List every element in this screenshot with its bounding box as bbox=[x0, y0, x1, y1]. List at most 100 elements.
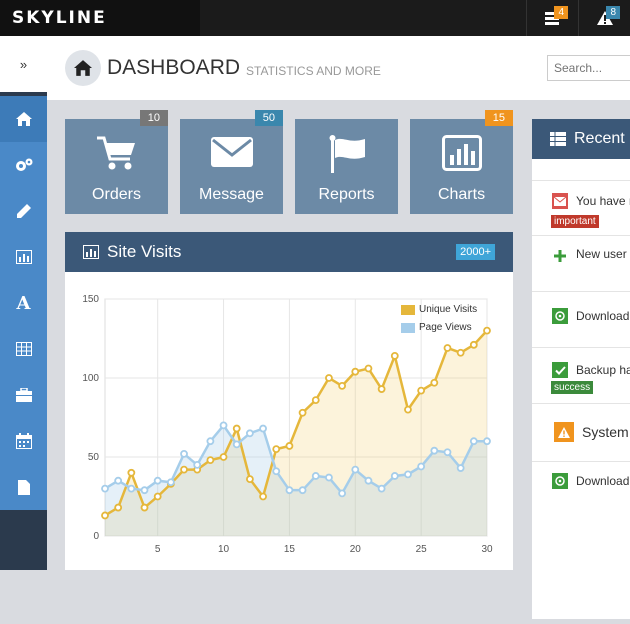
status-badge: important bbox=[551, 215, 599, 228]
data-point bbox=[140, 503, 149, 512]
sidebar-footer bbox=[0, 510, 47, 572]
pencil-icon bbox=[16, 204, 31, 218]
data-point bbox=[483, 437, 491, 446]
data-point bbox=[259, 492, 267, 501]
bar-chart-icon bbox=[15, 250, 32, 264]
sidebar-item-settings[interactable] bbox=[0, 142, 47, 188]
tasks-count-badge: 4 bbox=[554, 6, 568, 19]
y-tick-label: 100 bbox=[82, 373, 99, 384]
data-point bbox=[219, 421, 228, 430]
data-point bbox=[101, 511, 109, 520]
data-point bbox=[443, 448, 452, 457]
recent-item[interactable]: Backup ha success bbox=[532, 348, 630, 404]
home-icon bbox=[15, 112, 32, 126]
data-point bbox=[456, 348, 465, 357]
sidebar-item-tables[interactable] bbox=[0, 326, 47, 372]
data-point bbox=[443, 344, 452, 352]
data-point bbox=[272, 445, 281, 454]
data-point bbox=[325, 374, 333, 382]
tile-badge: 50 bbox=[254, 110, 283, 126]
alerts-button[interactable]: 8 bbox=[578, 0, 630, 36]
data-point bbox=[298, 486, 307, 495]
envelope-icon bbox=[552, 193, 568, 209]
legend-swatch bbox=[401, 304, 415, 315]
data-point bbox=[206, 456, 215, 465]
data-point bbox=[364, 364, 373, 373]
sidebar-item-typography[interactable]: A bbox=[0, 280, 47, 326]
data-point bbox=[469, 437, 478, 446]
data-point bbox=[417, 386, 426, 395]
flag-icon bbox=[329, 135, 365, 173]
data-point bbox=[180, 465, 188, 474]
home-icon bbox=[74, 60, 92, 76]
top-notifications: 4 8 bbox=[526, 0, 630, 36]
data-point bbox=[153, 492, 162, 501]
data-point bbox=[219, 453, 228, 461]
data-point bbox=[285, 486, 294, 495]
data-point bbox=[127, 468, 136, 477]
data-point bbox=[127, 484, 136, 493]
recent-item[interactable]: Download bbox=[532, 292, 630, 348]
y-tick-label: 50 bbox=[88, 452, 100, 463]
data-point bbox=[325, 473, 333, 482]
sidebar-item-calendar[interactable] bbox=[0, 418, 47, 464]
sidebar-item-pages[interactable] bbox=[0, 464, 47, 510]
plus-icon bbox=[552, 248, 568, 264]
tile-reports[interactable]: Reports bbox=[295, 119, 398, 214]
tile-charts[interactable]: 15 Charts bbox=[410, 110, 513, 214]
alerts-count-badge: 8 bbox=[606, 6, 620, 19]
recent-item[interactable]: Download bbox=[532, 462, 630, 502]
data-point bbox=[298, 408, 307, 417]
recent-item[interactable]: You have r important bbox=[532, 180, 630, 236]
recent-item-text: System bbox=[582, 424, 629, 440]
data-point bbox=[259, 424, 267, 433]
recent-item-text: Backup ha bbox=[576, 363, 630, 377]
check-icon bbox=[552, 362, 568, 378]
data-point bbox=[140, 486, 149, 495]
sidebar-item-dashboard[interactable] bbox=[0, 96, 47, 142]
data-point bbox=[272, 467, 281, 476]
data-point bbox=[311, 396, 320, 405]
data-point bbox=[338, 489, 347, 498]
data-point bbox=[469, 340, 478, 349]
recent-item[interactable]: New user bbox=[532, 236, 630, 292]
top-navbar: SKYLINE 4 8 bbox=[0, 0, 630, 36]
site-visits-title: Site Visits bbox=[107, 242, 182, 261]
download-icon bbox=[552, 308, 568, 324]
sidebar-item-charts[interactable] bbox=[0, 234, 47, 280]
tasks-button[interactable]: 4 bbox=[526, 0, 578, 36]
recent-item-text: Download bbox=[576, 309, 630, 323]
legend-item: Page Views bbox=[401, 322, 477, 333]
chart-legend: Unique Visits Page Views bbox=[401, 304, 477, 340]
home-button[interactable] bbox=[65, 50, 101, 86]
data-point bbox=[193, 460, 202, 469]
x-tick-label: 5 bbox=[155, 544, 161, 555]
data-point bbox=[404, 405, 412, 414]
briefcase-icon bbox=[15, 388, 32, 402]
sidebar: » A bbox=[0, 36, 47, 570]
data-point bbox=[456, 464, 465, 472]
tile-label: Reports bbox=[318, 186, 375, 203]
y-tick-label: 150 bbox=[82, 294, 99, 305]
search-input[interactable] bbox=[547, 55, 630, 81]
tile-orders[interactable]: 10 Orders bbox=[65, 110, 168, 214]
site-visits-panel: Site Visits 2000+ 0 50 100 150 5 10 15 20 25 30 U… bbox=[65, 232, 513, 570]
download-icon bbox=[552, 473, 568, 489]
status-badge: success bbox=[551, 381, 594, 394]
legend-swatch bbox=[401, 322, 415, 333]
data-point bbox=[232, 424, 241, 433]
recent-item[interactable]: System bbox=[532, 404, 630, 462]
data-point bbox=[417, 462, 426, 471]
sidebar-toggle-button[interactable]: » bbox=[0, 36, 47, 96]
brand-logo[interactable]: SKYLINE bbox=[0, 0, 200, 36]
site-visits-header: Site Visits 2000+ bbox=[65, 232, 513, 272]
file-icon bbox=[17, 479, 30, 495]
x-tick-label: 10 bbox=[218, 544, 230, 555]
sidebar-item-edit[interactable] bbox=[0, 188, 47, 234]
page-subtitle: STATISTICS AND MORE bbox=[246, 64, 381, 78]
x-tick-label: 30 bbox=[481, 544, 493, 555]
tile-message[interactable]: 50 Message bbox=[180, 110, 283, 214]
sidebar-item-portfolio[interactable] bbox=[0, 372, 47, 418]
data-point bbox=[377, 484, 386, 493]
cart-icon bbox=[96, 136, 135, 170]
